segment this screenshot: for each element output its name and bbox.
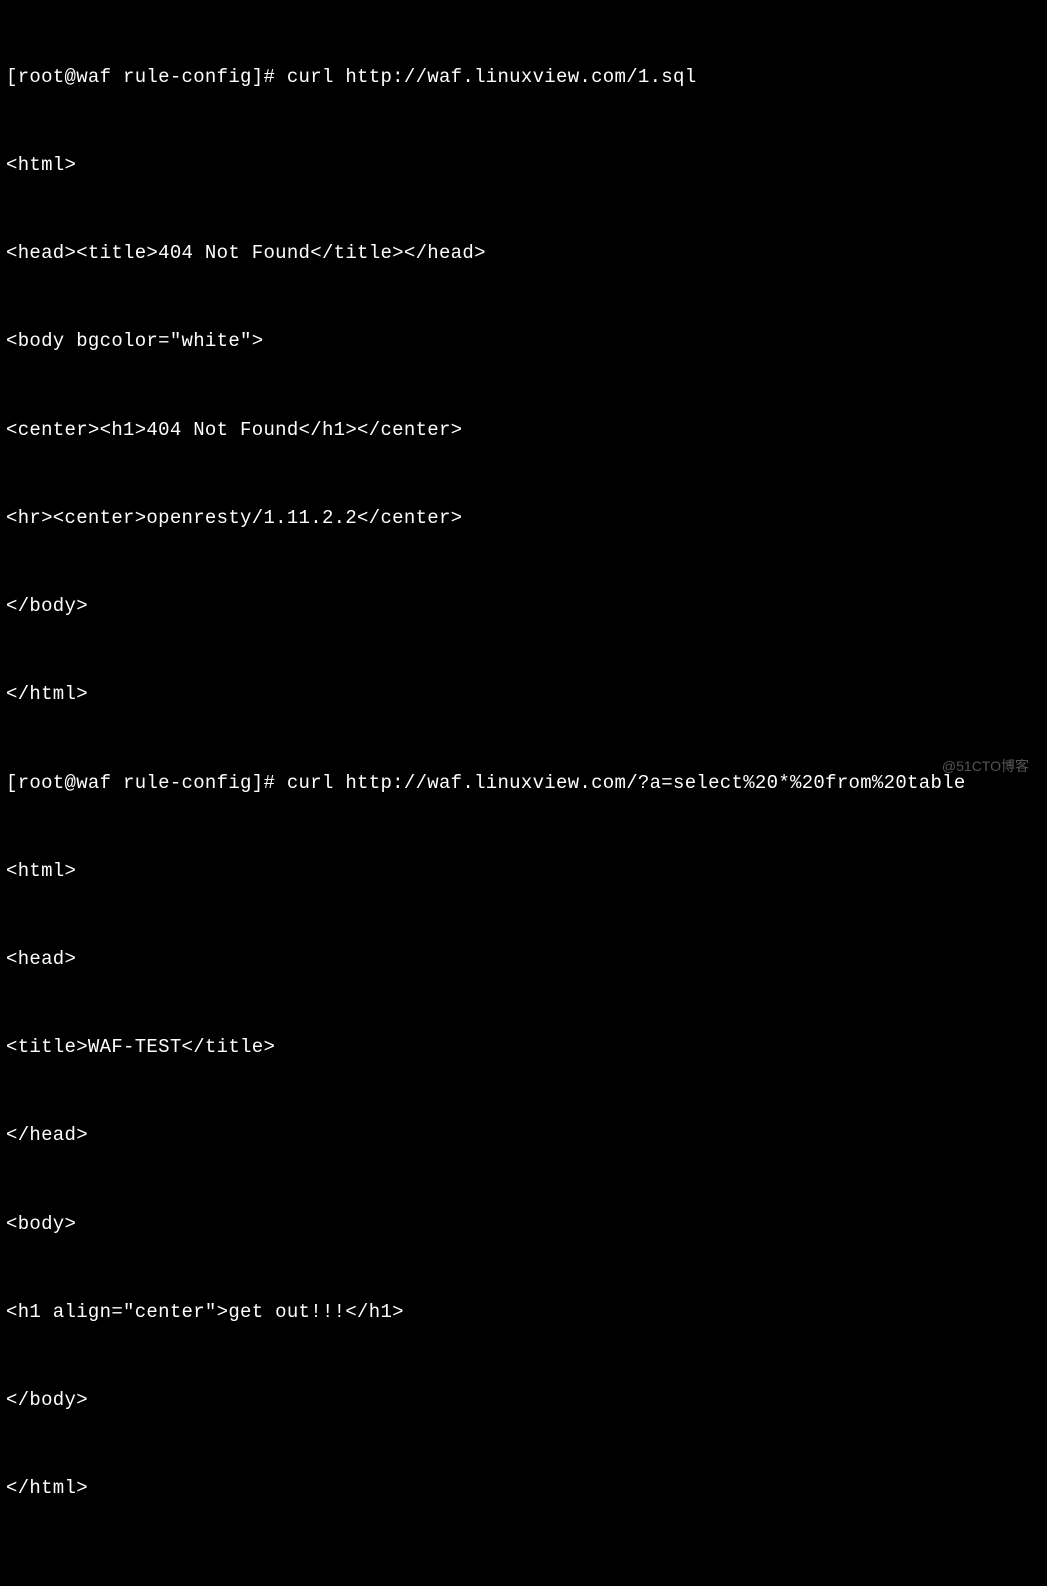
terminal-line: [root@waf rule-config]# curl http://waf.… [6, 769, 1041, 798]
terminal-line: <h1 align="center">get out!!!</h1> [6, 1298, 1041, 1327]
terminal-line: <body> [6, 1210, 1041, 1239]
terminal-line: </html> [6, 1474, 1041, 1503]
terminal-line: </html> [6, 680, 1041, 709]
terminal-line: <hr><center>openresty/1.11.2.2</center> [6, 504, 1041, 533]
terminal-line: <title>WAF-TEST</title> [6, 1033, 1041, 1062]
watermark-text: @51CTO博客 [942, 752, 1029, 781]
terminal-line: <head> [6, 945, 1041, 974]
terminal-line: </body> [6, 1386, 1041, 1415]
terminal-line: <body bgcolor="white"> [6, 327, 1041, 356]
terminal-line: <html> [6, 151, 1041, 180]
terminal-line: [root@waf rule-config]# curl http://waf.… [6, 63, 1041, 92]
terminal-output[interactable]: [root@waf rule-config]# curl http://waf.… [6, 4, 1041, 1586]
terminal-line: <center><h1>404 Not Found</h1></center> [6, 416, 1041, 445]
terminal-line: </head> [6, 1121, 1041, 1150]
terminal-line: </body> [6, 592, 1041, 621]
terminal-line: <head><title>404 Not Found</title></head… [6, 239, 1041, 268]
terminal-line: <html> [6, 857, 1041, 886]
